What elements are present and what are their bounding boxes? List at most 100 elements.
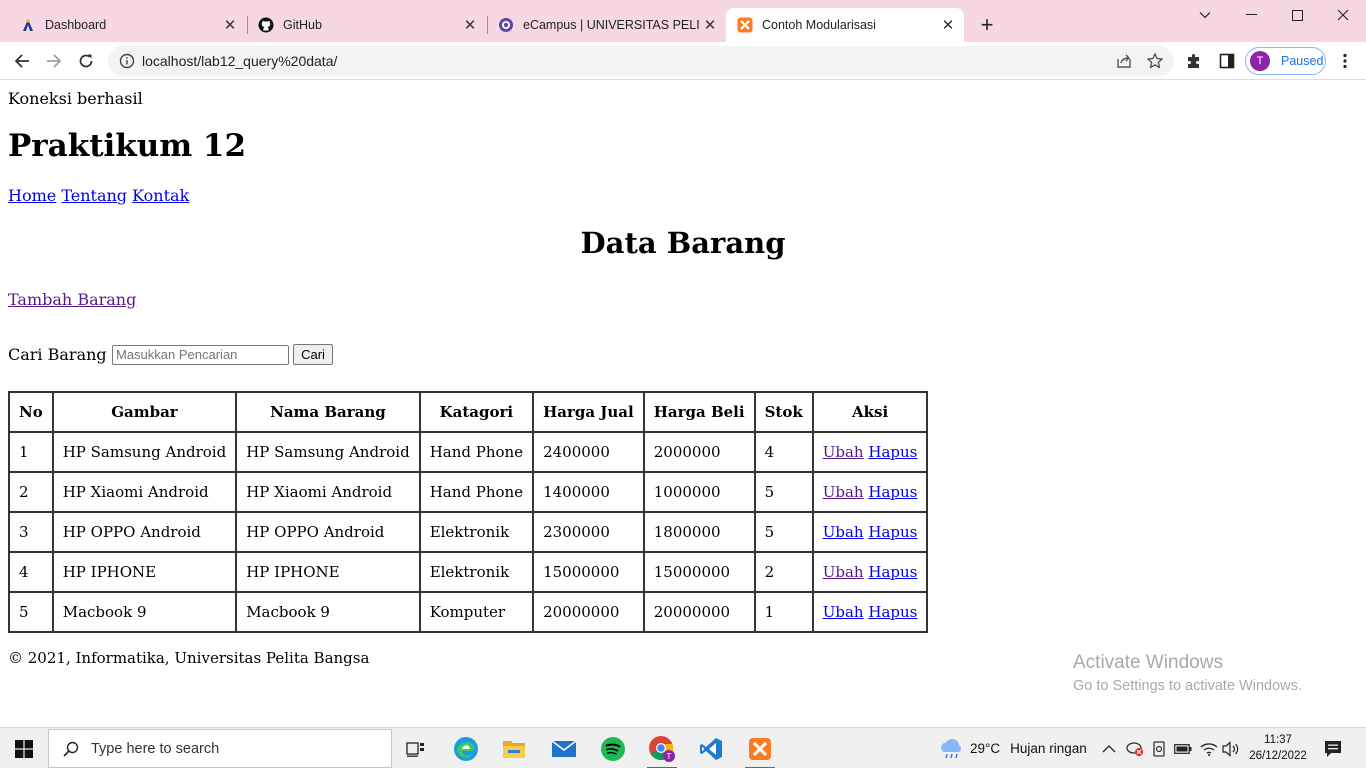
address-bar[interactable]: localhost/lab12_query%20data/	[108, 46, 1174, 76]
page-footer: © 2021, Informatika, Universitas Pelita …	[8, 649, 370, 667]
section-title: Data Barang	[580, 226, 786, 260]
search-button[interactable]: Cari	[293, 344, 333, 365]
xampp-favicon-icon	[737, 17, 753, 33]
forward-arrow-icon[interactable]	[42, 49, 66, 73]
windows-start-icon[interactable]	[0, 728, 48, 768]
tab-search-chevron-icon[interactable]	[1182, 0, 1228, 30]
cell-kategori: Elektronik	[418, 511, 535, 553]
weather-desc: Hujan ringan	[1010, 741, 1087, 756]
back-arrow-icon[interactable]	[10, 49, 34, 73]
add-item-link[interactable]: Tambah Barang	[8, 290, 136, 309]
header-stok: Stok	[753, 391, 814, 433]
side-panel-icon[interactable]	[1217, 51, 1237, 71]
cell-stok: 4	[753, 431, 814, 473]
cell-gambar: HP Samsung Android	[51, 431, 238, 473]
file-explorer-icon[interactable]	[491, 728, 537, 768]
cell-harga-jual: 1400000	[532, 471, 645, 513]
edit-link[interactable]: Ubah	[823, 563, 864, 581]
new-tab-icon[interactable]: +	[976, 14, 998, 36]
weather-widget[interactable]: 29°C Hujan ringan	[938, 728, 1087, 768]
device-icon[interactable]	[1152, 728, 1166, 768]
search-form: Cari Barang Cari	[8, 344, 333, 365]
cell-harga-jual: 20000000	[532, 591, 645, 633]
avatar: T	[1250, 51, 1270, 71]
cell-nama: HP OPPO Android	[235, 511, 421, 553]
bookmark-star-icon[interactable]	[1146, 52, 1164, 74]
table-row: 4 HP IPHONE HP IPHONE Elektronik 1500000…	[8, 551, 929, 593]
edit-link[interactable]: Ubah	[823, 443, 864, 461]
search-input[interactable]	[112, 344, 289, 365]
spotify-icon[interactable]	[590, 728, 636, 768]
edit-link[interactable]: Ubah	[823, 603, 864, 621]
cell-kategori: Elektronik	[418, 551, 535, 593]
cell-nama: HP Xiaomi Android	[235, 471, 421, 513]
xampp-icon[interactable]	[737, 728, 783, 768]
extensions-puzzle-icon[interactable]	[1184, 51, 1204, 71]
clock-date: 26/12/2022	[1249, 750, 1307, 762]
activate-windows-watermark: Activate Windows Go to Settings to activ…	[1073, 652, 1302, 694]
share-icon[interactable]	[1116, 53, 1132, 73]
delete-link[interactable]: Hapus	[868, 443, 917, 461]
image-alt-text: HP Xiaomi Android	[62, 483, 209, 501]
task-view-icon[interactable]	[393, 728, 439, 768]
taskbar-search-placeholder: Type here to search	[91, 740, 220, 757]
profile-button[interactable]: T Paused	[1245, 47, 1326, 75]
cell-stok: 5	[753, 511, 814, 553]
minimize-icon[interactable]	[1228, 0, 1274, 30]
site-info-icon[interactable]	[119, 53, 135, 73]
vscode-icon[interactable]	[688, 728, 734, 768]
wifi-icon[interactable]	[1200, 728, 1218, 768]
edit-link[interactable]: Ubah	[823, 483, 864, 501]
delete-link[interactable]: Hapus	[868, 563, 917, 581]
cell-no: 3	[8, 511, 54, 553]
close-tab-icon[interactable]: ✕	[460, 15, 480, 35]
cell-aksi: Ubah Hapus	[811, 591, 929, 633]
tab-title: GitHub	[283, 18, 322, 32]
chrome-icon[interactable]: T	[639, 728, 685, 768]
delete-link[interactable]: Hapus	[868, 603, 917, 621]
cell-harga-jual: 2400000	[532, 431, 645, 473]
header-gambar: Gambar	[51, 391, 238, 433]
taskbar-search-box[interactable]: Type here to search	[48, 729, 392, 768]
cell-nama: Macbook 9	[235, 591, 421, 633]
close-tab-icon[interactable]: ✕	[938, 15, 958, 35]
mail-icon[interactable]	[541, 728, 587, 768]
cell-kategori: Hand Phone	[418, 471, 535, 513]
header-harga-beli: Harga Beli	[642, 391, 756, 433]
cell-gambar: Macbook 9	[51, 591, 238, 633]
notifications-icon[interactable]	[1324, 728, 1342, 768]
close-tab-icon[interactable]: ✕	[700, 15, 720, 35]
nav-link-tentang[interactable]: Tentang	[61, 186, 127, 205]
cell-stok: 1	[753, 591, 814, 633]
system-clock[interactable]: 11:37 26/12/2022	[1248, 732, 1308, 764]
close-tab-icon[interactable]: ✕	[220, 15, 240, 35]
cell-nama: HP IPHONE	[235, 551, 421, 593]
volume-icon[interactable]	[1222, 728, 1240, 768]
window-close-icon[interactable]	[1320, 0, 1366, 30]
delete-link[interactable]: Hapus	[868, 523, 917, 541]
tab-title: eCampus | UNIVERSITAS PELITA BANGSA	[523, 18, 700, 32]
tab-github[interactable]: GitHub ✕	[248, 8, 486, 42]
menu-kebab-icon[interactable]	[1335, 51, 1355, 71]
cell-gambar: HP OPPO Android	[51, 511, 238, 553]
delete-link[interactable]: Hapus	[868, 483, 917, 501]
ecampus-favicon-icon	[498, 17, 514, 33]
tab-dashboard[interactable]: Dashboard ✕	[0, 8, 246, 42]
cell-no: 4	[8, 551, 54, 593]
nav-link-home[interactable]: Home	[8, 186, 56, 205]
cell-stok: 2	[753, 551, 814, 593]
tab-contoh-modularisasi[interactable]: Contoh Modularisasi ✕	[726, 8, 964, 42]
image-alt-text: Macbook 9	[62, 603, 147, 621]
reload-icon[interactable]	[74, 49, 98, 73]
maximize-icon[interactable]	[1274, 0, 1320, 30]
cell-no: 2	[8, 471, 54, 513]
show-hidden-icons-chevron-icon[interactable]	[1102, 728, 1116, 768]
battery-icon[interactable]	[1174, 728, 1192, 768]
cell-harga-beli: 1800000	[642, 511, 756, 553]
table-row: 3 HP OPPO Android HP OPPO Android Elektr…	[8, 511, 929, 553]
nav-link-kontak[interactable]: Kontak	[132, 186, 189, 205]
network-warning-icon[interactable]	[1126, 728, 1144, 768]
edit-link[interactable]: Ubah	[823, 523, 864, 541]
edge-icon[interactable]	[443, 728, 489, 768]
tab-ecampus[interactable]: eCampus | UNIVERSITAS PELITA BANGSA ✕	[488, 8, 726, 42]
